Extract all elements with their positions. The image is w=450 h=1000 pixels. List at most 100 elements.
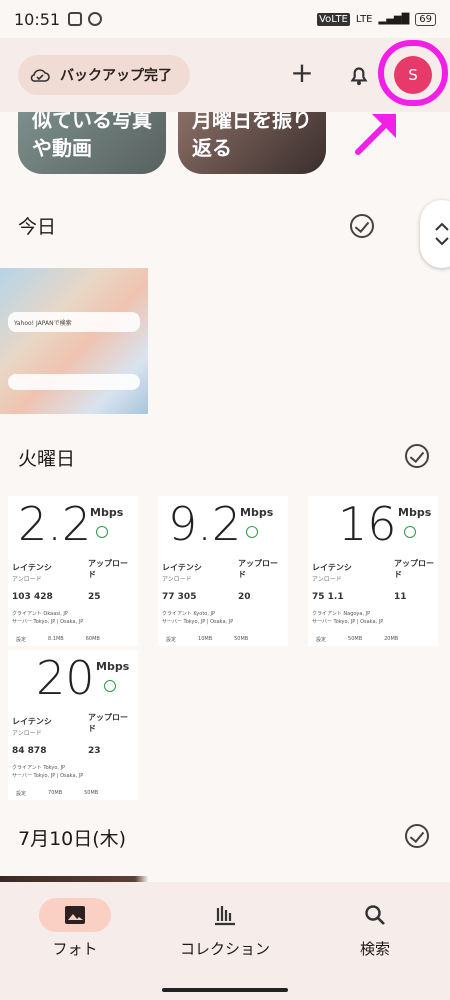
check-icon bbox=[104, 680, 116, 692]
client-info: クライアント Nagoya, JP bbox=[312, 611, 371, 617]
memory-card[interactable]: 似ている写真や動画 bbox=[18, 112, 166, 174]
volte-label: VoLTE bbox=[317, 12, 350, 26]
latency-value-2: 1.1 bbox=[327, 592, 344, 602]
speed-unit: Mbps bbox=[90, 506, 124, 519]
arrow-pointer-icon bbox=[355, 114, 396, 155]
speedtest-thumbnail[interactable]: 20 Mbps レイテンシ アップロード アンロード 84 878 23 クライ… bbox=[8, 650, 138, 800]
latency-value-1: 84 bbox=[12, 746, 25, 756]
gesture-handle[interactable] bbox=[162, 988, 288, 992]
download-label: アンロード bbox=[12, 730, 42, 737]
download-label: アンロード bbox=[12, 576, 42, 583]
select-tuesday-check-icon[interactable] bbox=[405, 444, 429, 468]
upload-label: アップロード bbox=[394, 559, 434, 579]
upload-value: 23 bbox=[88, 746, 101, 756]
backup-status-label: バックアップ完了 bbox=[60, 68, 172, 84]
photo-icon bbox=[39, 898, 111, 932]
photo-thumbnail[interactable]: Yahoo! JAPANで検索 bbox=[0, 268, 148, 414]
check-icon bbox=[404, 526, 416, 538]
latency-values: 77 305 bbox=[162, 592, 196, 602]
memory-card-title: 似ている写真や動画 bbox=[32, 112, 152, 160]
upload-label: アップロード bbox=[88, 559, 128, 579]
speed-value: 20 bbox=[36, 651, 95, 705]
nav-search-label: 検索 bbox=[359, 940, 390, 958]
settings-label: 設定 bbox=[166, 637, 177, 643]
latency-value-2: 878 bbox=[27, 746, 47, 756]
record-icon bbox=[88, 12, 103, 26]
check-icon bbox=[246, 526, 258, 538]
speed-unit: Mbps bbox=[96, 660, 130, 673]
memory-card[interactable]: 月曜日を振り返る bbox=[178, 112, 326, 174]
section-title-july10: 7月10日(木) bbox=[18, 828, 127, 850]
collection-icon bbox=[189, 898, 261, 932]
nav-collections[interactable]: コレクション bbox=[170, 898, 280, 959]
bell-icon[interactable] bbox=[346, 62, 372, 88]
data-size-2: 50MB bbox=[234, 636, 249, 642]
select-july10-check-icon[interactable] bbox=[405, 824, 429, 848]
data-size-1: 10MB bbox=[198, 636, 213, 642]
server-info: クライアント Okaasi, JP サーバー Tokyo, JP | Osaka,… bbox=[12, 610, 83, 626]
server-line: サーバー Tokyo, JP | Osaka, JP bbox=[312, 619, 384, 625]
latency-label: レイテンシ bbox=[162, 563, 202, 572]
server-info: クライアント Nagoya, JP サーバー Tokyo, JP | Osaka,… bbox=[312, 610, 383, 626]
avatar-letter: S bbox=[408, 66, 418, 84]
latency-values: 84 878 bbox=[12, 746, 46, 756]
upload-value: 25 bbox=[88, 592, 101, 602]
photo-search-bar: Yahoo! JAPANで検索 bbox=[8, 312, 140, 332]
nav-photos[interactable]: フォト bbox=[20, 898, 130, 959]
status-bar: 10:51 VoLTE LTE ▂▄▆█ 69 bbox=[0, 0, 450, 38]
upload-label: アップロード bbox=[88, 713, 128, 733]
latency-label: レイテンシ bbox=[12, 717, 52, 726]
memory-card-title: 月曜日を振り返る bbox=[192, 112, 312, 160]
nav-photos-label: フォト bbox=[52, 940, 98, 958]
latency-label: レイテンシ bbox=[12, 563, 52, 572]
nav-collections-label: コレクション bbox=[179, 940, 270, 958]
upload-label: アップロード bbox=[238, 559, 278, 579]
data-size-1: 8.1MB bbox=[48, 636, 64, 642]
data-size-2: 60MB bbox=[85, 636, 100, 642]
settings-label: 設定 bbox=[316, 637, 327, 643]
download-label: アンロード bbox=[162, 576, 192, 583]
speedtest-footer: 設定 10MB 50MB bbox=[166, 636, 248, 643]
fast-scroll-handle[interactable] bbox=[420, 200, 450, 268]
speedtest-thumbnail[interactable]: 2.2 Mbps レイテンシ アップロード アンロード 103 428 25 ク… bbox=[8, 496, 138, 646]
bottom-navigation: フォト コレクション 検索 bbox=[0, 882, 450, 1000]
speedtest-footer: 設定 50MB 20MB bbox=[316, 636, 398, 643]
speed-unit: Mbps bbox=[398, 506, 432, 519]
data-size-1: 70MB bbox=[48, 790, 63, 796]
latency-value-1: 77 bbox=[162, 592, 175, 602]
upload-value: 11 bbox=[394, 592, 407, 602]
latency-values: 103 428 bbox=[12, 592, 53, 602]
lte-label: LTE bbox=[355, 13, 373, 25]
speed-value: 16 bbox=[338, 497, 397, 551]
speedtest-thumbnail[interactable]: 9.2 Mbps レイテンシ アップロード アンロード 77 305 20 クラ… bbox=[158, 496, 288, 646]
data-size-2: 50MB bbox=[84, 790, 99, 796]
plus-icon[interactable]: + bbox=[288, 59, 316, 88]
photo-google-bar bbox=[8, 374, 140, 390]
latency-value-2: 428 bbox=[33, 592, 53, 602]
data-size-1: 50MB bbox=[348, 636, 363, 642]
status-time: 10:51 bbox=[14, 9, 61, 29]
settings-label: 設定 bbox=[16, 637, 27, 643]
server-line: サーバー Tokyo, JP | Osaka, JP bbox=[12, 773, 84, 779]
server-info: クライアント Kyoto, JP サーバー Tokyo, JP | Osaka, … bbox=[162, 610, 233, 626]
battery-icon: 69 bbox=[415, 12, 436, 26]
latency-value-1: 103 bbox=[12, 592, 31, 602]
speedtest-footer: 設定 70MB 50MB bbox=[16, 790, 98, 797]
latency-label: レイテンシ bbox=[312, 563, 352, 572]
backup-status-button[interactable]: バックアップ完了 bbox=[18, 55, 190, 95]
speedtest-thumbnail[interactable]: 16 Mbps レイテンシ アップロード アンロード 75 1.1 11 クライ… bbox=[308, 496, 438, 646]
photo-search-text: Yahoo! JAPANで検索 bbox=[14, 319, 72, 327]
speed-unit: Mbps bbox=[240, 506, 274, 519]
latency-values: 75 1.1 bbox=[312, 592, 344, 602]
search-icon bbox=[339, 898, 411, 932]
client-info: クライアント Kyoto, JP bbox=[162, 611, 216, 617]
avatar[interactable]: S bbox=[394, 56, 432, 94]
data-size-2: 20MB bbox=[384, 636, 399, 642]
section-title-tuesday: 火曜日 bbox=[18, 448, 76, 470]
select-today-check-icon[interactable] bbox=[350, 214, 374, 238]
section-title-today: 今日 bbox=[18, 216, 57, 238]
download-label: アンロード bbox=[312, 576, 342, 583]
nav-search[interactable]: 検索 bbox=[320, 898, 430, 959]
settings-label: 設定 bbox=[16, 791, 27, 797]
latency-value-2: 305 bbox=[177, 592, 197, 602]
